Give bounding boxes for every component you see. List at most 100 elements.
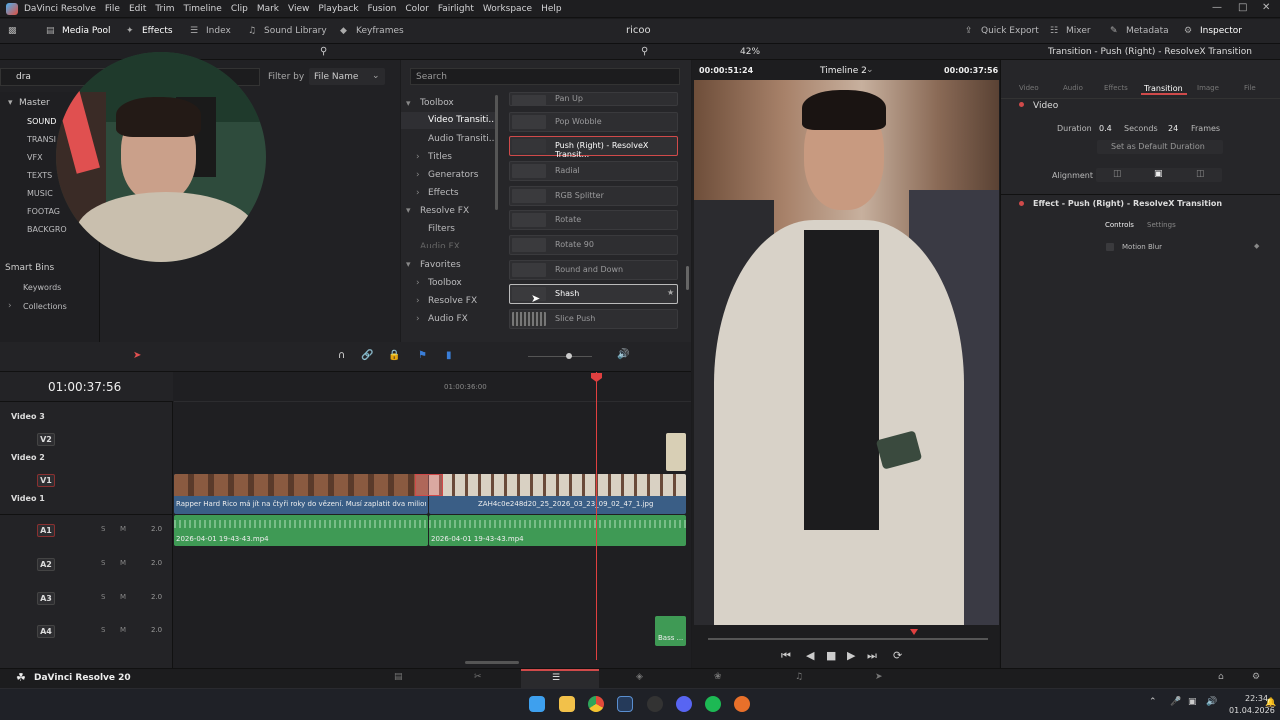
track-v2-badge[interactable]: V2 — [37, 433, 55, 446]
a1-solo-button[interactable]: S — [101, 525, 105, 533]
a2-mute-button[interactable]: M — [120, 559, 126, 567]
brave-icon[interactable] — [734, 696, 750, 712]
media-pool-button[interactable]: ▤ Media Pool — [46, 26, 111, 36]
fx-tree-fav-toolbox[interactable]: Toolbox — [428, 278, 462, 288]
timeline-scrollbar[interactable] — [465, 661, 519, 664]
fx-item-push-right[interactable]: Push (Right) - ResolveX Transit... — [509, 136, 678, 159]
a4-mute-button[interactable]: M — [120, 626, 126, 634]
track-a3-badge[interactable]: A3 — [37, 592, 55, 605]
color-page-icon[interactable]: ❀ — [714, 672, 722, 682]
fx-tree-generators[interactable]: Generators — [428, 170, 478, 180]
fx-tree-video-transitions[interactable]: Video Transiti... — [428, 115, 497, 125]
fx-item-pan-up[interactable]: Pan Up — [509, 92, 678, 106]
media-page-icon[interactable]: ▤ — [394, 672, 403, 682]
spotify-icon[interactable] — [705, 696, 721, 712]
fx-item-rotate-90[interactable]: Rotate 90 — [509, 235, 678, 255]
track-a1-badge[interactable]: A1 — [37, 524, 55, 537]
a4-clip[interactable]: Bass ... — [655, 616, 686, 646]
microphone-icon[interactable]: 🎤 — [1170, 697, 1181, 707]
bin-item[interactable]: TRANSI — [27, 135, 56, 144]
effects-search-input[interactable]: Search — [410, 68, 680, 85]
fx-item-pop-wobble[interactable]: Pop Wobble — [509, 112, 678, 132]
a1-mute-button[interactable]: M — [120, 525, 126, 533]
fx-item-radial[interactable]: Radial — [509, 161, 678, 181]
fx-tree-favorites[interactable]: Favorites — [420, 260, 461, 270]
stop-icon[interactable]: ■ — [826, 649, 836, 662]
fx-tree-audio-fx[interactable]: Audio FX — [420, 242, 460, 248]
track-v1-badge[interactable]: V1 — [37, 474, 55, 487]
fusion-page-icon[interactable]: ◈ — [636, 672, 643, 682]
effects-search-icon[interactable]: ⚲ — [641, 46, 648, 57]
sound-library-button[interactable]: ♫ Sound Library — [248, 26, 327, 36]
menu-timeline[interactable]: Timeline — [184, 4, 222, 14]
menu-view[interactable]: View — [288, 4, 309, 14]
duration-seconds-input[interactable]: 0.4 — [1099, 124, 1112, 133]
fx-tree-audio-transitions[interactable]: Audio Transiti... — [428, 134, 497, 144]
a4-solo-button[interactable]: S — [101, 626, 105, 634]
chrome-icon[interactable] — [588, 696, 604, 712]
fx-list-scrollbar[interactable] — [686, 266, 689, 290]
a2-solo-button[interactable]: S — [101, 559, 105, 567]
inspector-tab-video[interactable]: Video — [1019, 84, 1039, 92]
flag-icon[interactable]: ⚑ — [418, 350, 427, 361]
menu-edit[interactable]: Edit — [129, 4, 146, 14]
fx-item-slice-push[interactable]: Slice Push — [509, 309, 678, 329]
close-icon[interactable]: ✕ — [1262, 2, 1270, 13]
snapping-icon[interactable]: ∩ — [338, 350, 345, 361]
skip-to-end-icon[interactable]: ⏭ — [867, 649, 877, 663]
bin-item[interactable]: TEXTS — [27, 171, 52, 180]
video-enable-toggle[interactable] — [1019, 102, 1024, 107]
bin-master[interactable]: Master — [19, 98, 50, 108]
fx-tree-filters[interactable]: Filters — [428, 224, 455, 234]
fx-item-round-and-down[interactable]: Round and Down — [509, 260, 678, 280]
metadata-button[interactable]: ✎ Metadata — [1110, 26, 1169, 36]
duration-frames-input[interactable]: 24 — [1168, 124, 1178, 133]
minimize-icon[interactable]: — — [1212, 2, 1222, 13]
marker-icon[interactable]: ▮ — [446, 350, 452, 361]
notification-icon[interactable]: 🔔 — [1265, 698, 1276, 708]
inspector-tab-file[interactable]: File — [1244, 84, 1256, 92]
menu-trim[interactable]: Trim — [155, 4, 174, 14]
zoom-slider[interactable] — [528, 356, 592, 357]
windows-start-icon[interactable] — [529, 696, 545, 712]
fx-tree-scrollbar[interactable] — [495, 95, 498, 210]
align-end-icon[interactable]: ◫ — [1196, 169, 1205, 179]
volume-icon[interactable]: 🔊 — [617, 349, 629, 360]
set-default-duration-button[interactable]: Set as Default Duration — [1097, 140, 1223, 154]
viewer-scrubber[interactable] — [708, 638, 988, 640]
a3-solo-button[interactable]: S — [101, 593, 105, 601]
keyframe-diamond-icon[interactable]: ◆ — [1254, 242, 1259, 250]
smart-bin-keywords[interactable]: Keywords — [23, 283, 61, 292]
discord-icon[interactable] — [676, 696, 692, 712]
inspector-tab-transition[interactable]: Transition — [1144, 84, 1183, 93]
deliver-page-icon[interactable]: ➤ — [875, 672, 883, 682]
bin-item[interactable]: SOUND — [27, 117, 56, 126]
filter-dropdown[interactable]: File Name ⌄ — [309, 68, 385, 85]
menu-help[interactable]: Help — [541, 4, 562, 14]
maximize-icon[interactable]: □ — [1238, 2, 1247, 13]
smart-bin-collections[interactable]: Collections — [23, 302, 67, 311]
keyframes-button[interactable]: ◆ Keyframes — [340, 26, 404, 36]
inspector-tab-effects[interactable]: Effects — [1104, 84, 1128, 92]
file-explorer-icon[interactable] — [559, 696, 575, 712]
inspector-tab-image[interactable]: Image — [1197, 84, 1219, 92]
fx-tree-fav-audio-fx[interactable]: Audio FX — [428, 314, 468, 324]
davinci-taskbar-icon[interactable] — [617, 696, 633, 712]
align-start-icon[interactable]: ◫ — [1113, 169, 1122, 179]
a1-clip-1[interactable]: 2026-04-01 19-43-43.mp4 — [174, 515, 428, 546]
subtab-settings[interactable]: Settings — [1147, 221, 1176, 229]
skip-to-start-icon[interactable]: ⏮ — [781, 649, 791, 663]
zoom-level[interactable]: 42% — [740, 47, 760, 57]
search-icon[interactable]: ⚲ — [320, 46, 327, 57]
transition-marker[interactable] — [415, 474, 443, 496]
loop-icon[interactable]: ⟳ — [893, 649, 902, 662]
timeline-playhead[interactable] — [596, 372, 597, 660]
mixer-button[interactable]: ☷ Mixer — [1050, 26, 1091, 36]
bin-item[interactable]: VFX — [27, 153, 43, 162]
menu-clip[interactable]: Clip — [231, 4, 248, 14]
inspector-tab-audio[interactable]: Audio — [1063, 84, 1083, 92]
menu-fairlight[interactable]: Fairlight — [438, 4, 474, 14]
fx-tree-resolve-fx[interactable]: Resolve FX — [420, 206, 469, 216]
track-a2-badge[interactable]: A2 — [37, 558, 55, 571]
fx-item-rgb-splitter[interactable]: RGB Splitter — [509, 186, 678, 206]
